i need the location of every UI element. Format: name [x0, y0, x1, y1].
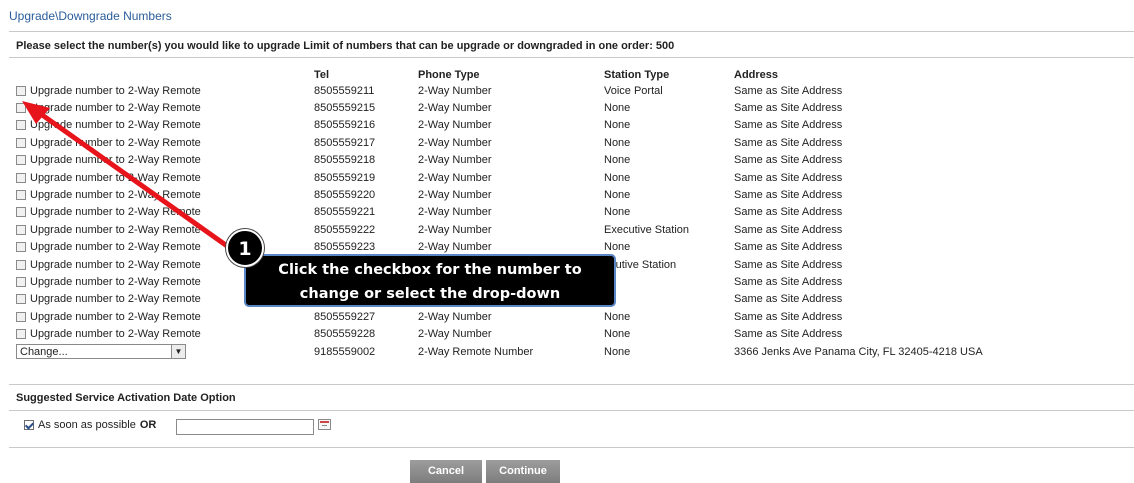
arrow-shaft	[35, 109, 247, 261]
pointer-arrow	[22, 101, 247, 261]
callout-line-1: Click the checkbox for the number to	[278, 262, 582, 278]
callout-line-2: change or select the drop-down	[299, 286, 561, 302]
step-number-badge: 1	[226, 229, 264, 267]
tutorial-callout: Click the checkbox for the number to cha…	[244, 254, 616, 307]
